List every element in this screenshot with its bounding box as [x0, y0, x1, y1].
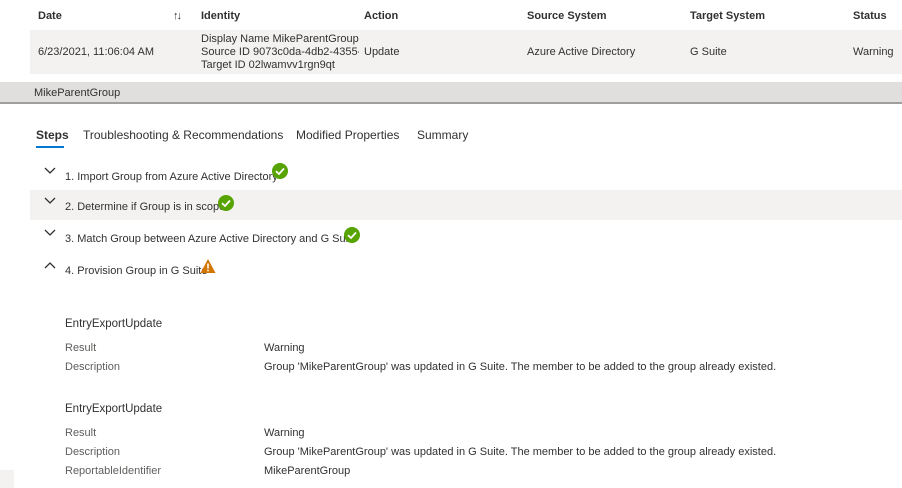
column-header-date[interactable]: Date — [38, 10, 62, 22]
column-header-status[interactable]: Status — [853, 10, 887, 22]
row-date: 6/23/2021, 11:06:04 AM — [38, 46, 154, 58]
step-label: 1. Import Group from Azure Active Direct… — [65, 171, 278, 183]
identity-display-name: Display Name MikeParentGroup — [201, 33, 359, 45]
column-header-identity[interactable]: Identity — [201, 10, 240, 22]
table-row[interactable]: 6/23/2021, 11:06:04 AM Display Name Mike… — [30, 30, 902, 74]
detail-value-description: Group 'MikeParentGroup' was updated in G… — [264, 446, 777, 458]
detail-section-title: EntryExportUpdate — [65, 318, 163, 330]
chevron-down-icon[interactable] — [44, 196, 56, 206]
detail-key-description: Description — [65, 446, 121, 458]
tab-modified-properties[interactable]: Modified Properties — [296, 128, 399, 142]
step-label: 3. Match Group between Azure Active Dire… — [65, 233, 358, 245]
chevron-up-icon[interactable] — [44, 260, 56, 270]
detail-key-result: Result — [65, 342, 97, 354]
scroll-corner — [0, 470, 14, 488]
check-circle-icon — [344, 227, 360, 243]
detail-value-reportable-identifier: MikeParentGroup — [264, 465, 351, 477]
row-action: Update — [364, 46, 400, 58]
row-status: Warning — [853, 46, 894, 58]
detail-value-result: Warning — [264, 427, 305, 439]
step-row-provision[interactable]: 4. Provision Group in G Suite — [30, 254, 902, 284]
identity-target-id: Target ID 02lwamvv1rgn9qt — [201, 59, 335, 71]
step-row-scope[interactable]: 2. Determine if Group is in scope — [30, 190, 902, 220]
column-header-target-system[interactable]: Target System — [690, 10, 765, 22]
row-target-system: G Suite — [690, 46, 727, 58]
table-header: Date ↑↓ Identity Action Source System Ta… — [0, 0, 902, 30]
active-tab-indicator — [36, 146, 64, 148]
row-identity: Display Name MikeParentGroup Source ID 9… — [201, 33, 359, 72]
row-source-system: Azure Active Directory — [527, 46, 636, 58]
step-label: 2. Determine if Group is in scope — [65, 201, 226, 213]
tab-troubleshooting[interactable]: Troubleshooting & Recommendations — [83, 128, 283, 142]
check-circle-icon — [272, 163, 288, 179]
column-header-source-system[interactable]: Source System — [527, 10, 606, 22]
warning-triangle-icon — [200, 259, 216, 273]
chevron-down-icon[interactable] — [44, 166, 56, 176]
detail-value-result: Warning — [264, 342, 305, 354]
step-label: 4. Provision Group in G Suite — [65, 265, 208, 277]
detail-value-description: Group 'MikeParentGroup' was updated in G… — [264, 361, 777, 373]
detail-key-description: Description — [65, 361, 121, 373]
step-row-import[interactable]: 1. Import Group from Azure Active Direct… — [30, 160, 902, 190]
sort-arrows-icon[interactable]: ↑↓ — [173, 10, 182, 22]
details-panel-title: MikeParentGroup — [34, 87, 121, 99]
tab-steps[interactable]: Steps — [36, 128, 69, 142]
identity-source-id: Source ID 9073c0da-4db2-4355-b — [201, 46, 359, 58]
detail-section-title: EntryExportUpdate — [65, 403, 163, 415]
detail-key-result: Result — [65, 427, 97, 439]
details-panel-header: MikeParentGroup — [0, 82, 902, 104]
check-circle-icon — [218, 195, 234, 211]
step-row-match[interactable]: 3. Match Group between Azure Active Dire… — [30, 222, 902, 252]
chevron-down-icon[interactable] — [44, 228, 56, 238]
tab-summary[interactable]: Summary — [417, 128, 468, 142]
column-header-action[interactable]: Action — [364, 10, 398, 22]
detail-key-reportable-identifier: ReportableIdentifier — [65, 465, 162, 477]
